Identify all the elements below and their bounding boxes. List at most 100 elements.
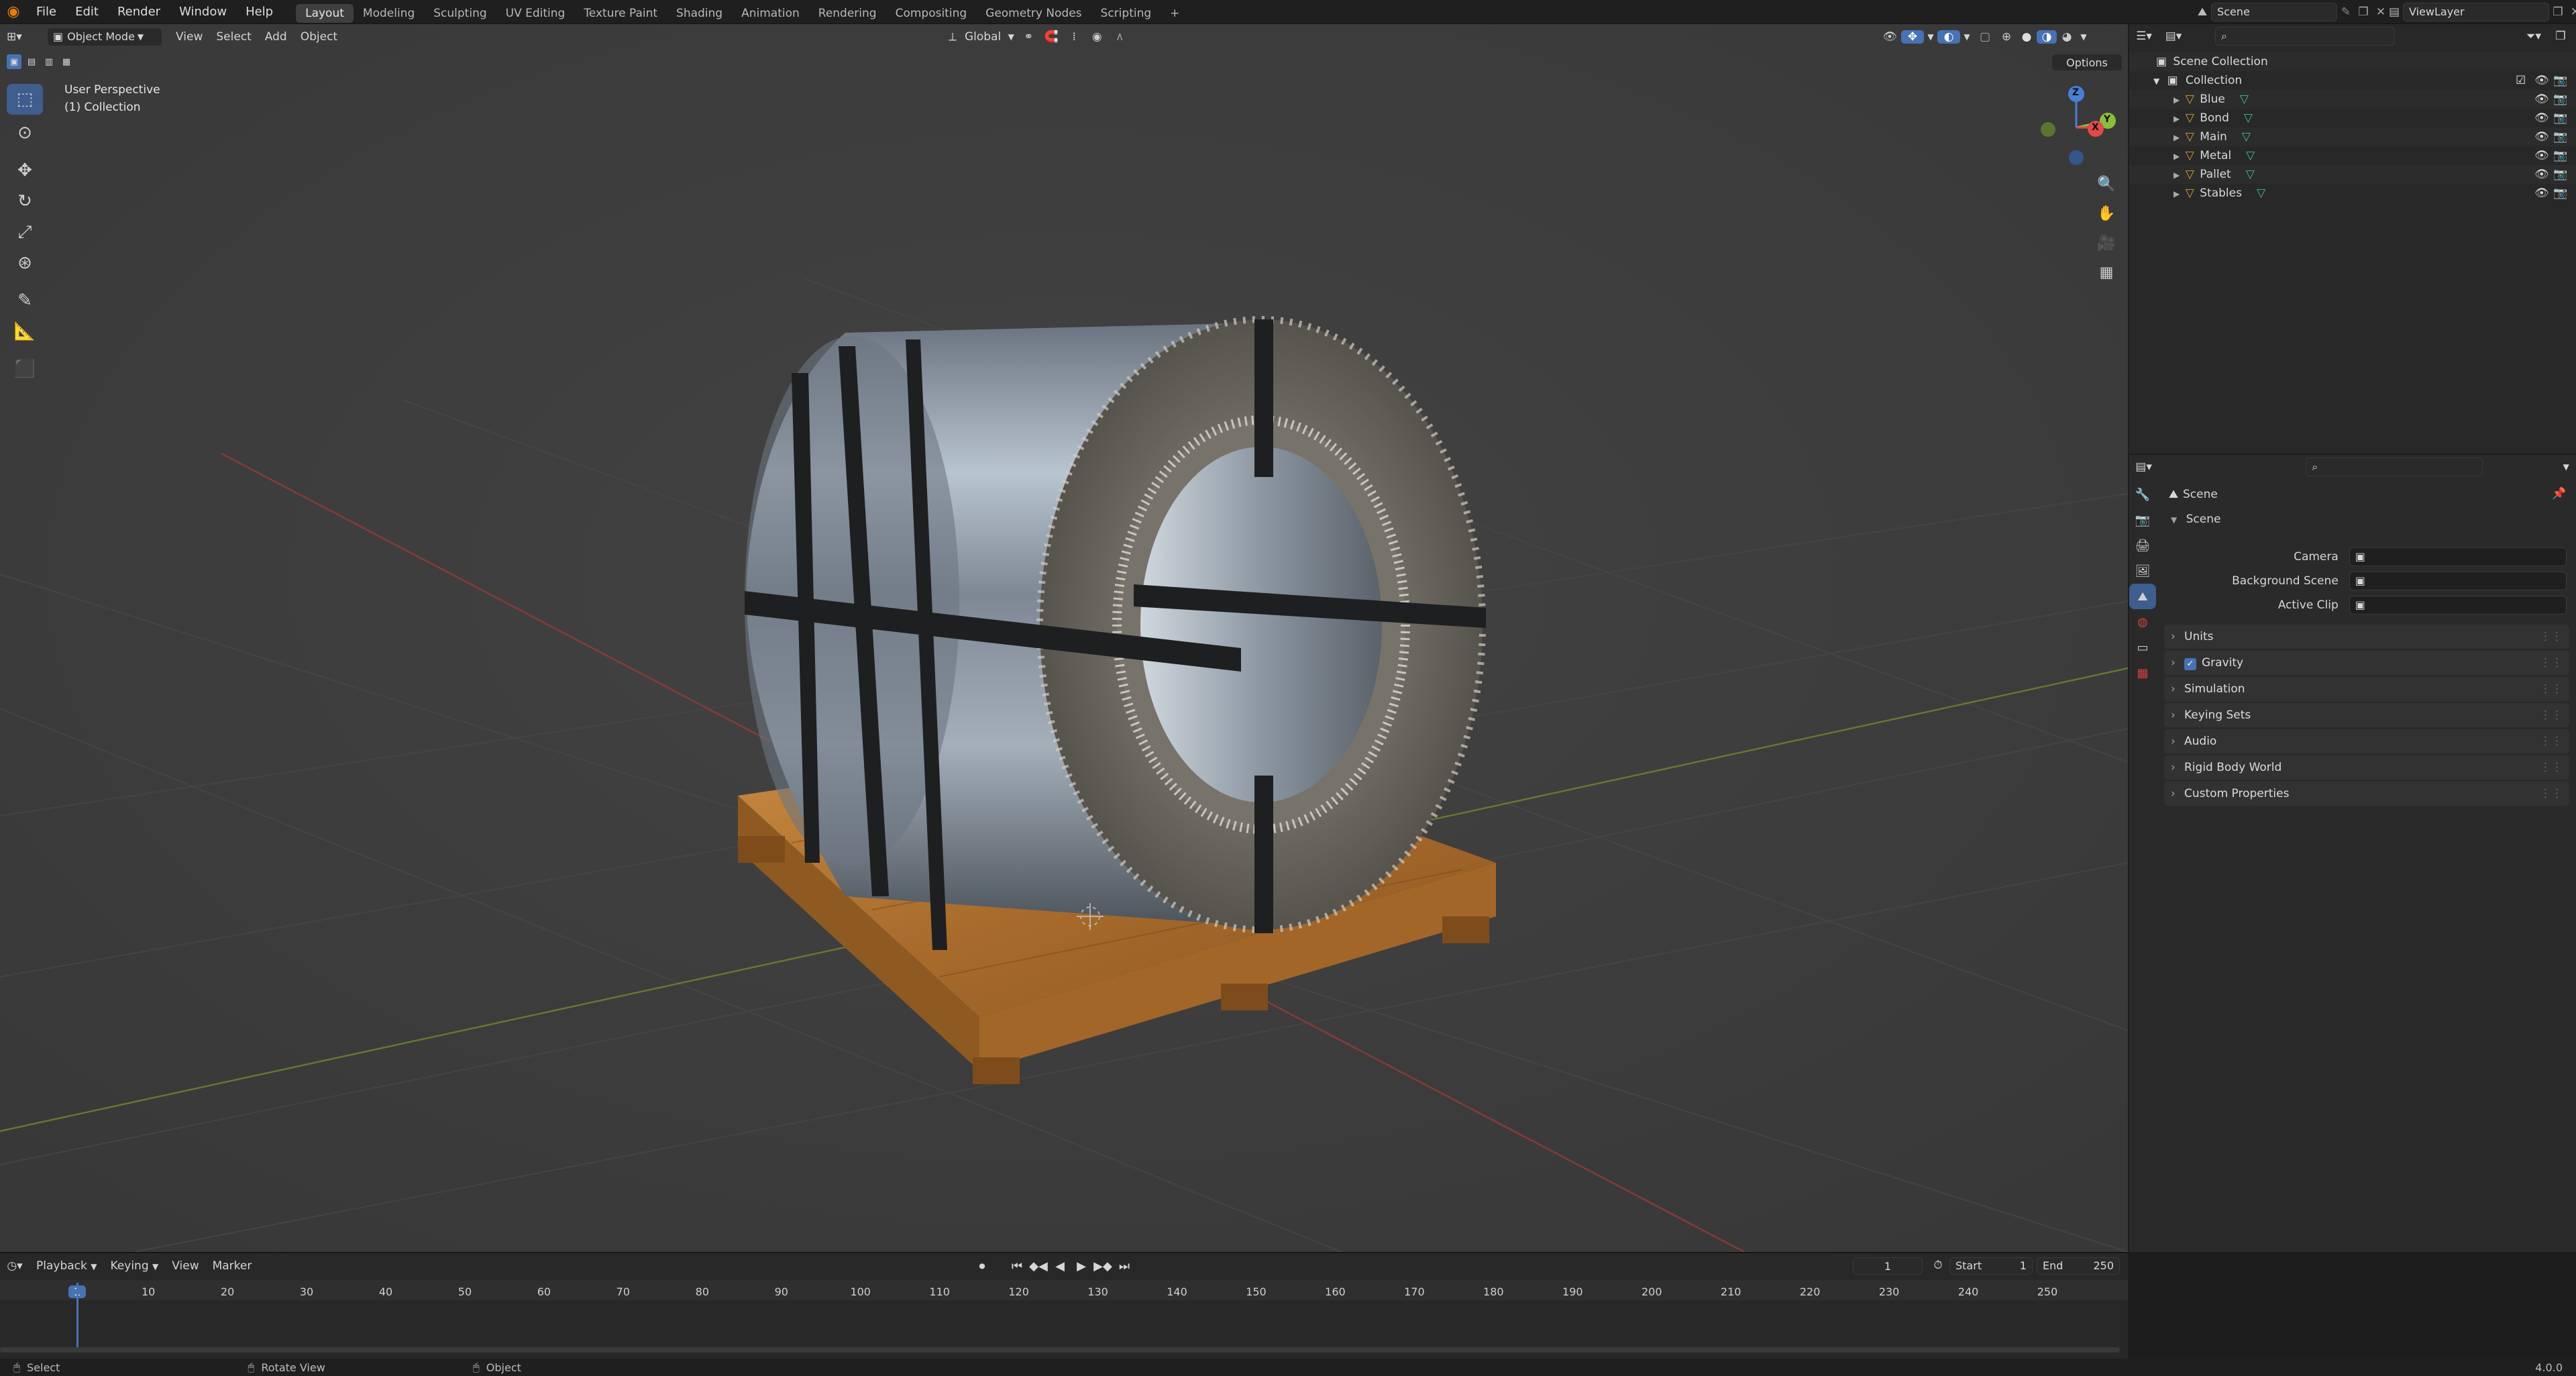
cursor-tool-icon[interactable]: ⊙ [7, 117, 43, 148]
drag-grip-icon[interactable]: ⋮⋮ [2540, 703, 2563, 727]
solid-shading-icon[interactable]: ● [2017, 30, 2037, 44]
drag-grip-icon[interactable]: ⋮⋮ [2540, 625, 2563, 649]
visibility-icon[interactable]: 👁 [1878, 30, 1901, 44]
pivot-icon[interactable]: ⚭ [1017, 30, 1040, 44]
scale-tool-icon[interactable]: ⤢ [7, 217, 43, 248]
measure-tool-icon[interactable]: 📐 [7, 316, 43, 347]
camera-icon[interactable]: 📷 [2553, 90, 2567, 109]
tab-uv-editing[interactable]: UV Editing [496, 4, 575, 23]
menu-file[interactable]: File [27, 0, 66, 24]
camera-icon[interactable]: 📷 [2553, 127, 2567, 146]
outliner-editor-icon[interactable]: ☰▾ [2129, 30, 2159, 43]
menu-edit[interactable]: Edit [66, 0, 108, 24]
menu-help[interactable]: Help [236, 0, 282, 24]
add-workspace-button[interactable]: + [1161, 4, 1189, 23]
chevron-right-icon[interactable]: ▶ [2174, 95, 2180, 105]
select-extend-icon[interactable]: ▤ [24, 54, 39, 69]
outliner-search-input[interactable]: ⌕ [2215, 27, 2395, 46]
menu-add[interactable]: Add [258, 28, 294, 46]
timeline-scrollbar[interactable] [0, 1347, 2120, 1353]
chevron-down-icon[interactable]: ▼ [2557, 462, 2576, 472]
tab-scripting[interactable]: Scripting [1091, 4, 1161, 23]
chevron-right-icon[interactable]: ▶ [2174, 152, 2180, 161]
close-view-layer-icon[interactable]: ✕ [2567, 5, 2576, 19]
checkbox-icon[interactable]: ☑ [2516, 71, 2526, 90]
material-shading-icon[interactable]: ◑ [2037, 30, 2057, 44]
blender-logo-icon[interactable]: ◉ [0, 0, 27, 24]
transform-tool-icon[interactable]: ⊛ [7, 248, 43, 278]
panel-header[interactable]: › Keying Sets ⋮⋮ [2164, 703, 2569, 727]
falloff-icon[interactable]: ∧ [1108, 30, 1131, 44]
navigation-gizmo[interactable]: Z Y X [2033, 81, 2120, 168]
eye-icon[interactable]: 👁 [2534, 90, 2549, 109]
scene-field[interactable]: Scene [2211, 3, 2337, 21]
pin-icon[interactable]: ✎ [2337, 5, 2355, 19]
chevron-down-icon[interactable]: ▼ [2077, 32, 2090, 42]
filter-icon[interactable]: ⏷▾ [2519, 30, 2548, 43]
scene-selector[interactable]: ⛰ Scene ✎ ❐ ✕ [2194, 3, 2390, 21]
properties-search-input[interactable]: ⌕ [2306, 458, 2483, 476]
new-collection-icon[interactable]: ❐ [2548, 30, 2573, 43]
tab-texture-paint[interactable]: Texture Paint [574, 4, 667, 23]
snap-increment-icon[interactable]: ⁞ [1063, 30, 1085, 44]
outliner-row-object[interactable]: ▶ ▽ Blue ▽ 👁 📷 [2129, 90, 2576, 109]
new-scene-icon[interactable]: ❐ [2355, 5, 2372, 19]
outliner-row-object[interactable]: ▶ ▽ Metal ▽ 👁 📷 [2129, 146, 2576, 165]
tab-animation[interactable]: Animation [732, 4, 809, 23]
chevron-down-icon[interactable]: ▼ [1005, 32, 1017, 42]
outliner-row-scene-collection[interactable]: ▣ Scene Collection [2129, 52, 2576, 71]
3d-viewport[interactable] [0, 24, 2128, 1252]
render-tab-icon[interactable]: 📷 [2129, 507, 2156, 533]
camera-icon[interactable]: 📷 [2553, 165, 2567, 184]
view-layer-tab-icon[interactable]: 🖼 [2129, 558, 2156, 584]
gravity-checkbox-icon[interactable]: ✓ [2184, 658, 2196, 670]
xray-icon[interactable]: ▢ [1974, 30, 1996, 44]
panel-header[interactable]: › Simulation ⋮⋮ [2164, 677, 2569, 701]
move-tool-icon[interactable]: ✥ [7, 155, 43, 186]
chevron-down-icon[interactable]: ▼ [1924, 32, 1937, 42]
select-subtract-icon[interactable]: ▥ [42, 54, 56, 69]
camera-icon[interactable]: 📷 [2553, 146, 2567, 165]
menu-view[interactable]: View [169, 28, 209, 46]
panel-header[interactable]: › Custom Properties ⋮⋮ [2164, 782, 2569, 806]
chevron-down-icon[interactable]: ▼ [2153, 76, 2159, 86]
display-mode-icon[interactable]: ▤▾ [2159, 30, 2188, 43]
add-cube-tool-icon[interactable]: ⬛ [7, 354, 43, 384]
chevron-right-icon[interactable]: ▶ [2174, 133, 2180, 142]
menu-object[interactable]: Object [294, 28, 344, 46]
annotate-tool-icon[interactable]: ✎ [7, 285, 43, 316]
eye-icon[interactable]: 👁 [2534, 146, 2549, 165]
panel-header[interactable]: › ✓ Gravity ⋮⋮ [2164, 651, 2569, 675]
eye-icon[interactable]: 👁 [2534, 71, 2549, 90]
ortho-grid-icon[interactable]: ▦ [2093, 258, 2120, 287]
panel-header[interactable]: › Units ⋮⋮ [2164, 625, 2569, 649]
camera-icon[interactable]: 📷 [2553, 71, 2567, 90]
camera-icon[interactable]: 📷 [2553, 109, 2567, 127]
outliner-row-object[interactable]: ▶ ▽ Bond ▽ 👁 📷 [2129, 109, 2576, 127]
tab-modeling[interactable]: Modeling [354, 4, 424, 23]
outliner-row-object[interactable]: ▶ ▽ Pallet ▽ 👁 📷 [2129, 165, 2576, 184]
menu-select[interactable]: Select [209, 28, 258, 46]
camera-icon[interactable]: 📷 [2553, 184, 2567, 203]
panel-header[interactable]: › Audio ⋮⋮ [2164, 729, 2569, 753]
properties-editor-icon[interactable]: ▤▾ [2129, 460, 2158, 474]
wireframe-shading-icon[interactable]: ⊕ [1996, 30, 2017, 44]
outliner-row-object[interactable]: ▶ ▽ Main ▽ 👁 📷 [2129, 127, 2576, 146]
view-layer-field[interactable]: ViewLayer [2403, 3, 2549, 21]
outliner-row-object[interactable]: ▶ ▽ Stables ▽ 👁 📷 [2129, 184, 2576, 203]
eye-icon[interactable]: 👁 [2534, 184, 2549, 203]
drag-grip-icon[interactable]: ⋮⋮ [2540, 729, 2563, 753]
zoom-icon[interactable]: 🔍 [2093, 169, 2120, 199]
mode-selector[interactable]: ▣ Object Mode ▼ [47, 28, 162, 46]
select-box-tool-icon[interactable]: ⬚ [7, 84, 43, 115]
drag-grip-icon[interactable]: ⋮⋮ [2540, 651, 2563, 675]
scene-section-header[interactable]: ▼ Scene [2164, 513, 2567, 526]
eye-icon[interactable]: 👁 [2534, 127, 2549, 146]
chevron-right-icon[interactable]: ▶ [2174, 189, 2180, 199]
tab-shading[interactable]: Shading [667, 4, 732, 23]
proportional-edit-icon[interactable]: ◉ [1085, 30, 1108, 44]
options-dropdown[interactable]: Options [2051, 54, 2123, 71]
rotate-tool-icon[interactable]: ↻ [7, 186, 43, 217]
chevron-down-icon[interactable]: ▼ [1960, 32, 1974, 42]
menu-window[interactable]: Window [170, 0, 236, 24]
